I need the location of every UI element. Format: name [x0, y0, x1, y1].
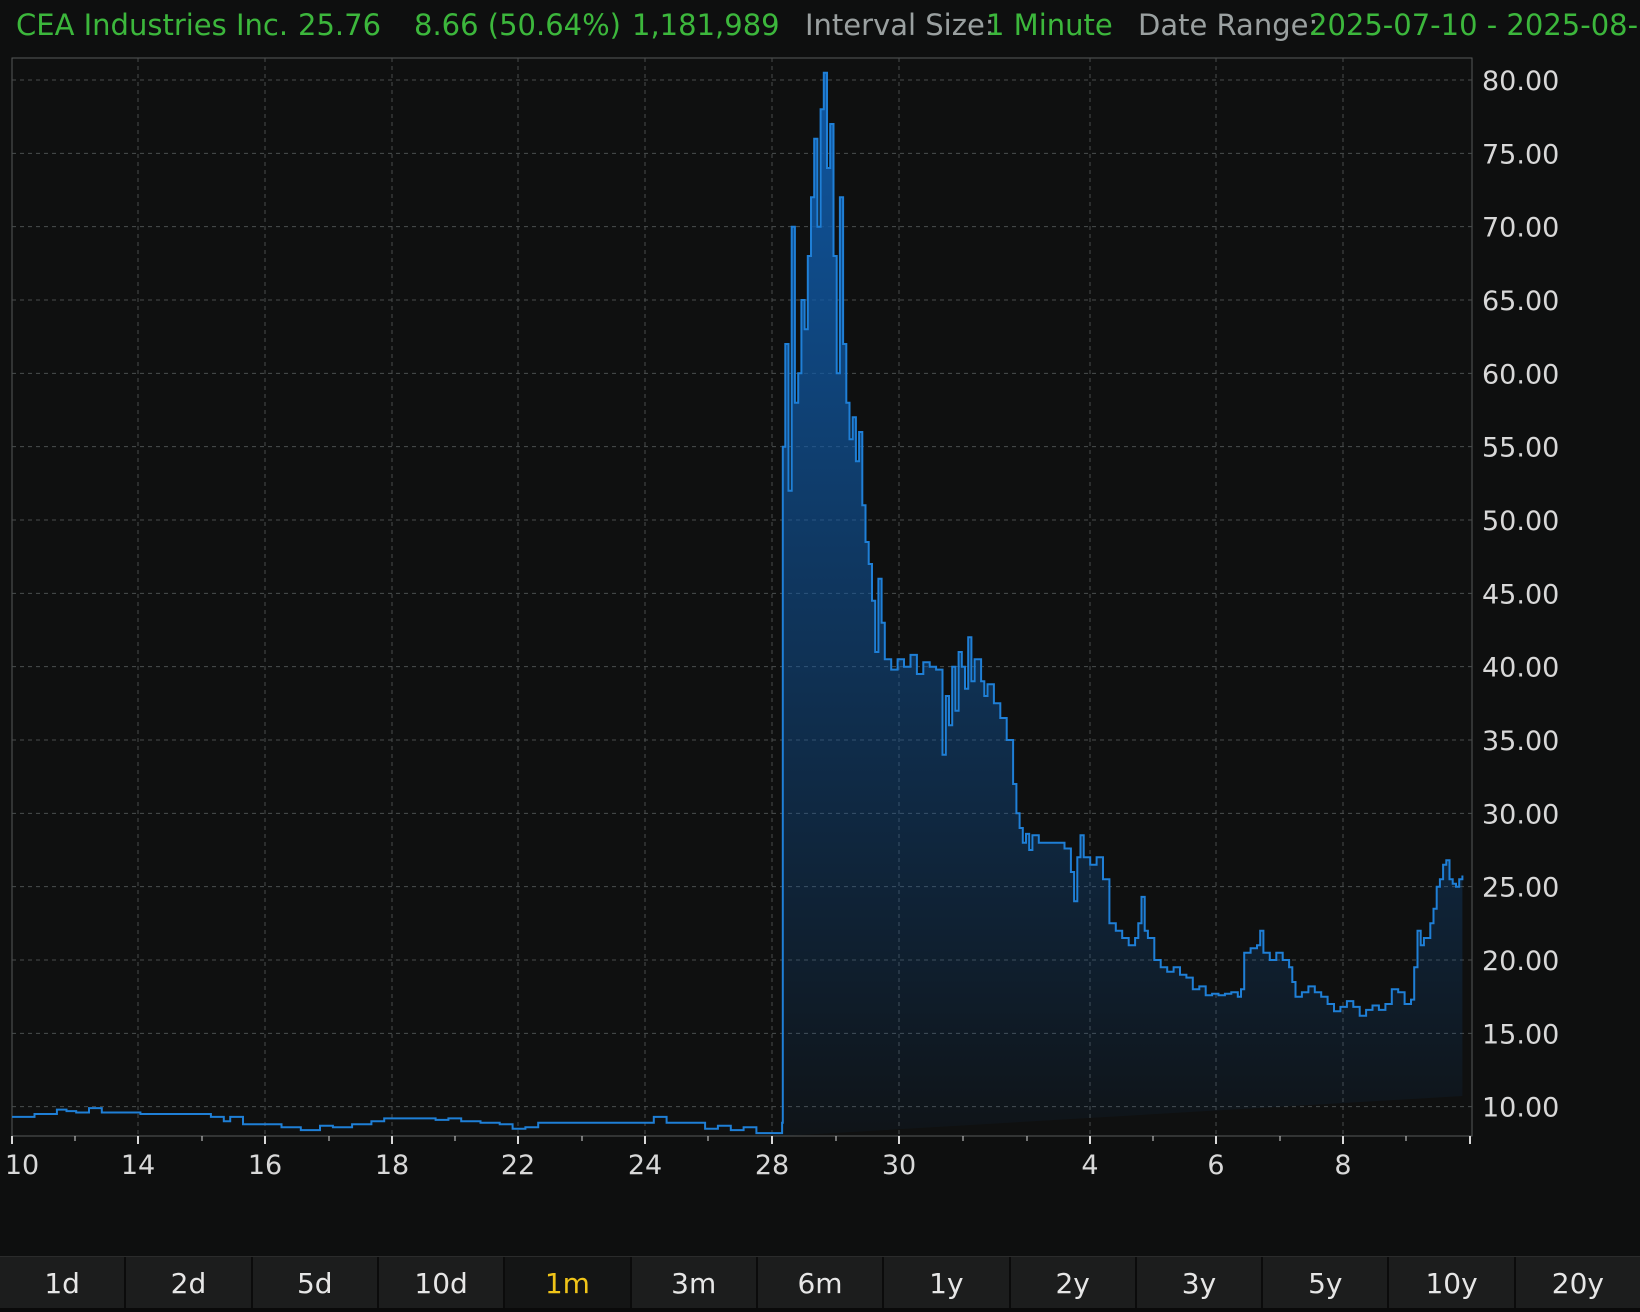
x-tick-label: 22: [501, 1150, 535, 1181]
tab-20y[interactable]: 20y: [1516, 1257, 1640, 1309]
x-tick-label: 16: [248, 1150, 282, 1181]
x-axis: 10 14 16 18 22 24 28 30 4 6 8: [5, 1136, 1471, 1181]
x-tick-label: 10: [5, 1150, 39, 1181]
y-tick-label: 30.00: [1482, 799, 1559, 830]
x-tick-label: 18: [375, 1150, 409, 1181]
tab-1m[interactable]: 1m: [505, 1257, 632, 1309]
x-tick-label: 28: [755, 1150, 789, 1181]
tab-3y[interactable]: 3y: [1137, 1257, 1264, 1309]
y-tick-label: 40.00: [1482, 653, 1559, 684]
x-tick-label: 8: [1334, 1150, 1351, 1181]
y-tick-label: 70.00: [1482, 213, 1559, 244]
y-tick-label: 15.00: [1482, 1019, 1559, 1050]
y-axis: 80.00 75.00 70.00 65.00 60.00 55.00 50.00 45.00…: [1482, 66, 1559, 1124]
y-tick-label: 55.00: [1482, 433, 1559, 464]
y-tick-label: 80.00: [1482, 66, 1559, 97]
x-tick-label: 30: [882, 1150, 916, 1181]
tab-1d[interactable]: 1d: [0, 1257, 127, 1309]
tab-2d[interactable]: 2d: [126, 1257, 253, 1309]
tab-2y[interactable]: 2y: [1011, 1257, 1137, 1309]
tab-10d[interactable]: 10d: [379, 1257, 506, 1309]
bottom-edge: [0, 1308, 1640, 1312]
y-tick-label: 60.00: [1482, 359, 1559, 390]
tab-5d[interactable]: 5d: [253, 1257, 379, 1309]
y-tick-label: 75.00: [1482, 139, 1559, 170]
x-tick-label: 24: [628, 1150, 662, 1181]
tab-6m[interactable]: 6m: [758, 1257, 885, 1309]
timeframe-tabs: 1d 2d 5d 10d 1m 3m 6m 1y 2y 3y 5y 10y 20…: [0, 1256, 1640, 1309]
y-tick-label: 10.00: [1482, 1093, 1559, 1124]
tab-3m[interactable]: 3m: [632, 1257, 758, 1309]
x-tick-label: 6: [1207, 1150, 1224, 1181]
tab-10y[interactable]: 10y: [1389, 1257, 1516, 1309]
y-tick-label: 35.00: [1482, 726, 1559, 757]
x-tick-label: 4: [1081, 1150, 1098, 1181]
y-tick-label: 45.00: [1482, 579, 1559, 610]
tab-5y[interactable]: 5y: [1263, 1257, 1390, 1309]
y-tick-label: 50.00: [1482, 506, 1559, 537]
price-chart[interactable]: 80.00 75.00 70.00 65.00 60.00 55.00 50.00 45.00…: [0, 0, 1640, 1256]
y-tick-label: 25.00: [1482, 873, 1559, 904]
y-tick-label: 65.00: [1482, 286, 1559, 317]
y-tick-label: 20.00: [1482, 946, 1559, 977]
tab-1y[interactable]: 1y: [884, 1257, 1011, 1309]
x-tick-label: 14: [121, 1150, 155, 1181]
